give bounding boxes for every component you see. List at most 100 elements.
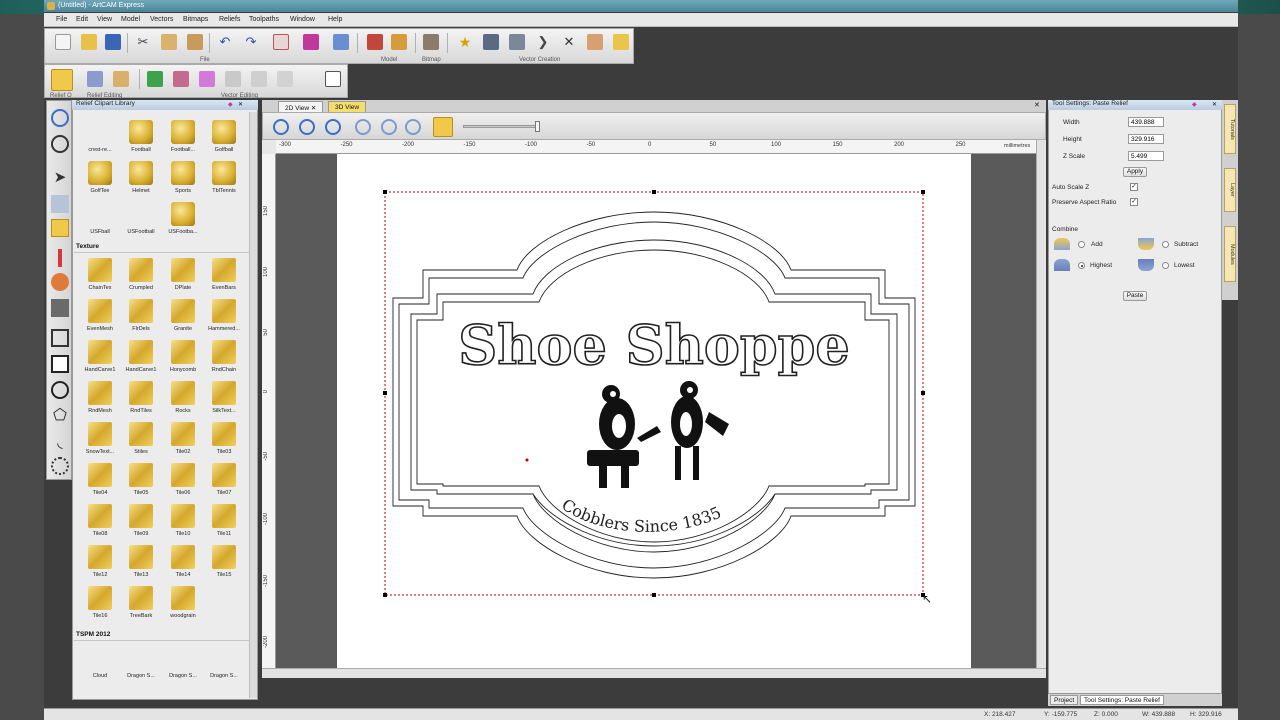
zoom-extents-icon[interactable] xyxy=(405,119,421,135)
clipart-item[interactable]: FlrDels xyxy=(121,299,161,339)
edit-properties-icon[interactable] xyxy=(273,34,289,50)
spiral-icon[interactable] xyxy=(51,457,69,475)
relief-sculpt-icon[interactable] xyxy=(113,71,129,87)
tab-2d-view[interactable]: 2D View ✕ xyxy=(278,101,324,112)
clipart-item[interactable]: Football xyxy=(121,120,161,160)
vector-grid-icon[interactable] xyxy=(199,71,215,87)
view-slider-thumb[interactable] xyxy=(535,121,540,132)
clipart-item[interactable]: Crumpled xyxy=(121,258,161,298)
vector-align-icon[interactable] xyxy=(325,71,341,87)
clipart-item[interactable]: Tile10 xyxy=(163,504,203,544)
brush-icon[interactable] xyxy=(51,299,69,317)
undo-icon[interactable]: ↶ xyxy=(217,34,233,50)
clipart-item[interactable]: HandCarve1 xyxy=(121,340,161,380)
sign-drawing[interactable]: Shoe Shoppe Cobblers Since 1835 xyxy=(337,154,971,668)
clipart-item[interactable]: USFootba... xyxy=(163,202,203,242)
lowest-radio[interactable] xyxy=(1162,262,1169,269)
clipart-item[interactable]: EvenBars xyxy=(204,258,244,298)
zoom-selection-icon[interactable] xyxy=(381,119,397,135)
view-close-icon[interactable]: ✕ xyxy=(1034,101,1040,109)
menu-file[interactable]: File xyxy=(56,16,67,23)
pencil-icon[interactable] xyxy=(58,249,62,267)
clipart-item[interactable]: TblTennis xyxy=(204,161,244,201)
clipart-item[interactable]: DPlate xyxy=(163,258,203,298)
polygon-icon[interactable]: ⬠ xyxy=(51,407,69,425)
clipart-item[interactable]: Dragon S... xyxy=(121,646,161,686)
bitmap-tool-icon[interactable] xyxy=(423,34,439,50)
clipart-item[interactable]: crest-re... xyxy=(80,120,120,160)
globe-icon[interactable] xyxy=(51,135,69,153)
eraser-icon[interactable] xyxy=(303,34,319,50)
vector-group-icon[interactable] xyxy=(147,71,163,87)
menu-model[interactable]: Model xyxy=(121,16,140,23)
clipart-item[interactable]: Tile06 xyxy=(163,463,203,503)
clipart-item[interactable]: Tile13 xyxy=(121,545,161,585)
panel-close-icon[interactable]: ✕ xyxy=(238,101,243,108)
clipart-item[interactable]: Helmet xyxy=(121,161,161,201)
polyline-icon[interactable] xyxy=(509,34,525,50)
clipart-item[interactable]: SnowText... xyxy=(80,422,120,462)
model-icon[interactable] xyxy=(391,34,407,50)
clipart-item[interactable]: SilkText... xyxy=(204,381,244,421)
horizontal-scrollbar[interactable] xyxy=(262,668,1046,678)
clipart-item[interactable]: RndChain xyxy=(204,340,244,380)
model-size-icon[interactable] xyxy=(367,34,383,50)
save-icon[interactable] xyxy=(105,34,121,50)
clipart-item[interactable]: Dragon S... xyxy=(204,646,244,686)
menu-view[interactable]: View xyxy=(97,16,112,23)
clipart-item[interactable]: Tile08 xyxy=(80,504,120,544)
clipart-item[interactable]: Tile03 xyxy=(204,422,244,462)
texture-section-header[interactable]: Texture xyxy=(74,243,250,253)
pin-icon[interactable]: ◆ xyxy=(228,101,233,108)
clipart-item[interactable]: Tile14 xyxy=(163,545,203,585)
select-arrow-icon[interactable]: ➤ xyxy=(51,169,69,187)
clipart-item[interactable]: GolfTee xyxy=(80,161,120,201)
transform-icon[interactable] xyxy=(333,34,349,50)
star-vector-icon[interactable]: ★ xyxy=(457,34,473,50)
clipart-item[interactable]: Stiles xyxy=(121,422,161,462)
relief-preview-icon[interactable] xyxy=(433,117,453,137)
menu-bitmaps[interactable]: Bitmaps xyxy=(183,16,208,23)
clipart-item[interactable]: Sports xyxy=(163,161,203,201)
tab-tool-settings[interactable]: Tool Settings: Paste Relief xyxy=(1080,695,1164,705)
zoom-in-icon[interactable] xyxy=(273,119,289,135)
zoom-fit-icon[interactable] xyxy=(355,119,371,135)
menu-reliefs[interactable]: Reliefs xyxy=(219,16,240,23)
polyline-tool-icon[interactable] xyxy=(51,329,69,347)
clipart-item[interactable]: TreeBark xyxy=(121,586,161,626)
right-close-icon[interactable]: ✕ xyxy=(1212,101,1217,108)
paint-icon[interactable] xyxy=(51,273,69,291)
view-slider-track[interactable] xyxy=(463,125,539,128)
height-field[interactable] xyxy=(1128,134,1164,144)
paste-icon[interactable] xyxy=(187,34,203,50)
subtract-radio[interactable] xyxy=(1162,241,1169,248)
tab-3d-view[interactable]: 3D View xyxy=(328,101,367,112)
circle-icon[interactable] xyxy=(51,381,69,399)
transform-tool-icon[interactable] xyxy=(51,219,69,237)
cut-vector-icon[interactable]: ✕ xyxy=(561,34,577,50)
tab-modules[interactable]: Modules xyxy=(1224,226,1236,282)
tspm-section-header[interactable]: TSPM 2012 xyxy=(74,631,250,641)
clipart-item[interactable]: USFootball xyxy=(121,202,161,242)
zscale-field[interactable] xyxy=(1128,151,1164,161)
menu-help[interactable]: Help xyxy=(328,16,342,23)
clipart-item[interactable]: Dragon S... xyxy=(163,646,203,686)
clipart-item[interactable]: Tile02 xyxy=(163,422,203,462)
clipart-item[interactable]: Honycomb xyxy=(163,340,203,380)
menu-vectors[interactable]: Vectors xyxy=(150,16,173,23)
clipart-item[interactable]: EvenMesh xyxy=(80,299,120,339)
clipart-item[interactable]: Rocks xyxy=(163,381,203,421)
preserve-aspect-checkbox[interactable]: ✓ xyxy=(1130,198,1138,206)
node-vector-icon[interactable] xyxy=(483,34,499,50)
clipart-item[interactable]: ChainTex xyxy=(80,258,120,298)
arc-tool-icon[interactable]: ◟ xyxy=(51,433,69,451)
clipart-item[interactable]: Tile12 xyxy=(80,545,120,585)
tab-layer[interactable]: Layer xyxy=(1224,168,1236,212)
menu-edit[interactable]: Edit xyxy=(76,16,88,23)
fill-icon[interactable] xyxy=(613,34,629,50)
clipart-item[interactable]: Tile09 xyxy=(121,504,161,544)
vector-join-icon[interactable] xyxy=(277,71,293,87)
clipart-item[interactable]: Tile05 xyxy=(121,463,161,503)
menu-window[interactable]: Window xyxy=(290,16,315,23)
clipart-item[interactable]: HandCarve1 xyxy=(80,340,120,380)
